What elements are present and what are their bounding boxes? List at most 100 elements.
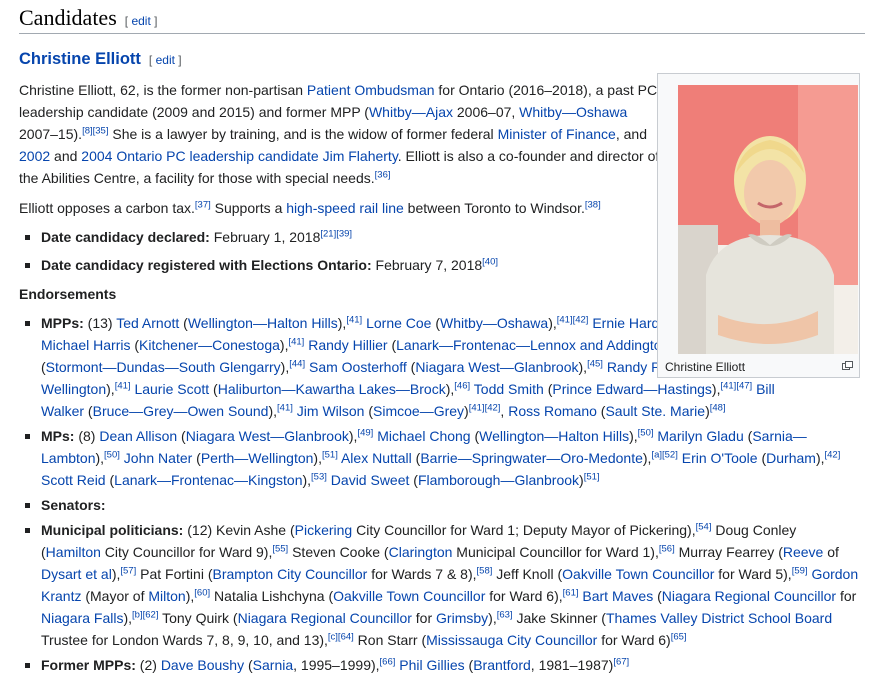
link-minister-of-finance[interactable]: Minister of Finance <box>498 126 616 142</box>
reference-link[interactable]: [41][42] <box>557 314 589 325</box>
reference-link[interactable]: [46] <box>454 380 470 391</box>
wiki-link[interactable]: Mississauga City Councillor <box>426 632 597 648</box>
reference-link[interactable]: [50] <box>104 449 120 460</box>
wiki-link[interactable]: Niagara Falls <box>41 610 123 626</box>
reference-link[interactable]: [61] <box>563 587 579 598</box>
wiki-link[interactable]: Prince Edward—Hastings <box>552 381 712 397</box>
wiki-link[interactable]: Kitchener—Conestoga <box>139 337 280 353</box>
reference-link[interactable]: [44] <box>289 358 305 369</box>
reference-link[interactable]: [21][39] <box>320 228 352 239</box>
reference-link[interactable]: [51] <box>584 471 600 482</box>
reference-link[interactable]: [41] <box>346 314 362 325</box>
wiki-link[interactable]: Jim Wilson <box>297 403 365 419</box>
wiki-link[interactable]: Clarington <box>389 544 453 560</box>
wiki-link[interactable]: Lorne Coe <box>366 315 431 331</box>
wiki-link[interactable]: Sault Ste. Marie <box>605 403 705 419</box>
wiki-link[interactable]: Lanark—Frontenac—Kingston <box>114 472 302 488</box>
wiki-link[interactable]: Simcoe—Grey <box>373 403 464 419</box>
wiki-link[interactable]: Bruce—Grey—Owen Sound <box>93 403 269 419</box>
reference-link[interactable]: [50] <box>638 427 654 438</box>
link-whitby-oshawa[interactable]: Whitby—Oshawa <box>519 104 627 120</box>
reference-link[interactable]: [59] <box>792 565 808 576</box>
candidate-photo[interactable] <box>678 85 858 354</box>
reference-link[interactable]: [65] <box>671 631 687 642</box>
reference-link[interactable]: [55] <box>272 543 288 554</box>
link-whitby-ajax[interactable]: Whitby—Ajax <box>369 104 453 120</box>
wiki-link[interactable]: Pickering <box>295 522 353 538</box>
reference-link[interactable]: [c][64] <box>328 631 354 642</box>
wiki-link[interactable]: Milton <box>148 588 185 604</box>
wiki-link[interactable]: Michael Harris <box>41 337 130 353</box>
wiki-link[interactable]: Niagara West—Glanbrook <box>186 428 349 444</box>
wiki-link[interactable]: Wellington—Halton Hills <box>479 428 629 444</box>
link-2002[interactable]: 2002 <box>19 148 50 164</box>
wiki-link[interactable]: Durham <box>766 450 816 466</box>
reference-link[interactable]: [66] <box>380 656 396 667</box>
wiki-link[interactable]: Ross Romano <box>508 403 597 419</box>
wiki-link[interactable]: Whitby—Oshawa <box>440 315 548 331</box>
reference-link[interactable]: [41][42] <box>469 402 501 413</box>
wiki-link[interactable]: Oakville Town Councillor <box>562 566 714 582</box>
wiki-link[interactable]: John Nater <box>124 450 192 466</box>
reference-link[interactable]: [41] <box>277 402 293 413</box>
wiki-link[interactable]: Wellington—Halton Hills <box>188 315 338 331</box>
wiki-link[interactable]: Phil Gillies <box>399 657 464 673</box>
wiki-link[interactable]: Marilyn Gladu <box>657 428 743 444</box>
wiki-link[interactable]: Brampton City Councillor <box>212 566 367 582</box>
wiki-link[interactable]: Sarnia <box>253 657 293 673</box>
reference-link[interactable]: [41] <box>115 380 131 391</box>
wiki-link[interactable]: Todd Smith <box>474 381 544 397</box>
candidate-edit-link[interactable]: edit <box>156 53 175 67</box>
wiki-link[interactable]: Dave Boushy <box>161 657 244 673</box>
wiki-link[interactable]: Dean Allison <box>99 428 177 444</box>
wiki-link[interactable]: Oakville Town Councillor <box>333 588 485 604</box>
wiki-link[interactable]: Perth—Wellington <box>201 450 314 466</box>
reference-link[interactable]: [54] <box>696 521 712 532</box>
enlarge-icon[interactable] <box>842 361 853 370</box>
link-leadership-candidate[interactable]: Ontario PC leadership candidate <box>116 148 318 164</box>
reference-link[interactable]: [45] <box>587 358 603 369</box>
wiki-link[interactable]: Ted Arnott <box>116 315 179 331</box>
wiki-link[interactable]: David Sweet <box>331 472 410 488</box>
wiki-link[interactable]: Niagara Regional Councillor <box>238 610 412 626</box>
link-2004[interactable]: 2004 <box>81 148 112 164</box>
wiki-link[interactable]: Sam Oosterhoff <box>309 359 407 375</box>
reference-link[interactable]: [37] <box>195 199 211 210</box>
wiki-link[interactable]: Reeve <box>783 544 823 560</box>
link-jim-flaherty[interactable]: Jim Flaherty <box>323 148 398 164</box>
reference-link[interactable]: [a][52] <box>651 449 677 460</box>
wiki-link[interactable]: Flamborough—Glanbrook <box>418 472 579 488</box>
link-high-speed-rail[interactable]: high-speed rail line <box>286 200 404 216</box>
wiki-link[interactable]: Stormont—Dundas—South Glengarry <box>46 359 281 375</box>
wiki-link[interactable]: Erin O'Toole <box>682 450 758 466</box>
wiki-link[interactable]: Grimsby <box>436 610 488 626</box>
wiki-link[interactable]: Laurie Scott <box>134 381 209 397</box>
wiki-link[interactable]: Randy Hillier <box>308 337 387 353</box>
wiki-link[interactable]: Scott Reid <box>41 472 106 488</box>
wiki-link[interactable]: Haliburton—Kawartha Lakes—Brock <box>218 381 446 397</box>
section-edit-link[interactable]: edit <box>131 14 150 28</box>
reference-link[interactable]: [58] <box>477 565 493 576</box>
reference-link[interactable]: [38] <box>585 199 601 210</box>
wiki-link[interactable]: Niagara Regional Councillor <box>662 588 836 604</box>
wiki-link[interactable]: Barrie—Springwater—Oro-Medonte <box>420 450 643 466</box>
reference-link[interactable]: [67] <box>613 656 629 667</box>
reference-link[interactable]: [8][35] <box>82 125 108 136</box>
reference-link[interactable]: [57] <box>120 565 136 576</box>
reference-link[interactable]: [48] <box>710 402 726 413</box>
wiki-link[interactable]: Michael Chong <box>377 428 470 444</box>
wiki-link[interactable]: Niagara West—Glanbrook <box>415 359 578 375</box>
wiki-link[interactable]: Alex Nuttall <box>341 450 412 466</box>
reference-link[interactable]: [53] <box>311 471 327 482</box>
wiki-link[interactable]: Lanark—Frontenac—Lennox and Addington <box>396 337 669 353</box>
reference-link[interactable]: [41][47] <box>720 380 752 391</box>
reference-link[interactable]: [42] <box>825 449 841 460</box>
reference-link[interactable]: [41] <box>288 336 304 347</box>
reference-link[interactable]: [49] <box>357 427 373 438</box>
reference-link[interactable]: [40] <box>482 256 498 267</box>
reference-link[interactable]: [b][62] <box>132 609 158 620</box>
link-patient-ombudsman[interactable]: Patient Ombudsman <box>307 82 435 98</box>
reference-link[interactable]: [60] <box>194 587 210 598</box>
reference-link[interactable]: [63] <box>497 609 513 620</box>
wiki-link[interactable]: Bart Maves <box>582 588 653 604</box>
